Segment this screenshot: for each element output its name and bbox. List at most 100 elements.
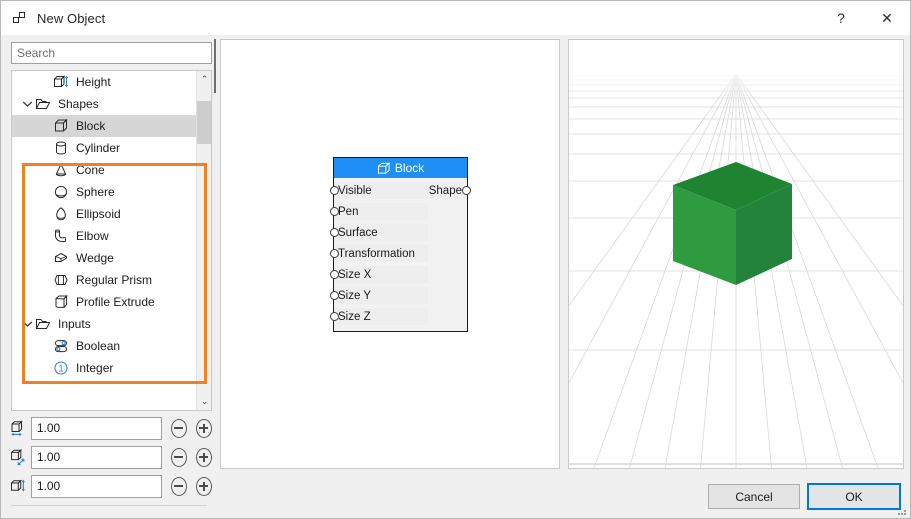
help-button[interactable]: ? bbox=[818, 1, 864, 35]
tree-item-label: Wedge bbox=[76, 251, 114, 265]
node-output-row[interactable]: Shape bbox=[407, 180, 471, 201]
search-box bbox=[11, 42, 212, 64]
input-port[interactable] bbox=[330, 249, 339, 258]
tree-item-label: Regular Prism bbox=[76, 273, 153, 287]
node-output-label: Shape bbox=[416, 182, 467, 199]
size-z-icon bbox=[9, 478, 29, 495]
3d-preview-viewport[interactable] bbox=[568, 39, 904, 469]
boolean-icon bbox=[52, 338, 70, 354]
elbow-icon bbox=[52, 228, 70, 244]
tree-item-block[interactable]: Block bbox=[12, 115, 197, 137]
node-input-label: Size Z bbox=[334, 308, 428, 325]
window-title: New Object bbox=[37, 10, 106, 26]
search-input[interactable] bbox=[11, 42, 212, 64]
node-graph-canvas[interactable]: Block Visible Pen Surface Transformation Siz… bbox=[220, 39, 560, 469]
ok-button[interactable]: OK bbox=[807, 483, 901, 510]
input-port[interactable] bbox=[330, 228, 339, 237]
tree-item-cone[interactable]: Cone bbox=[12, 159, 197, 181]
close-button[interactable]: ✕ bbox=[864, 1, 910, 35]
integer-icon: 1 bbox=[52, 360, 70, 376]
chevron-down-icon[interactable] bbox=[20, 100, 34, 108]
size-stepper-row bbox=[1, 474, 212, 498]
block-node-body: Visible Pen Surface Transformation Size X Siz… bbox=[330, 178, 471, 331]
tree-item-integer[interactable]: 1 Integer bbox=[12, 357, 197, 379]
node-input-row[interactable]: Size Z bbox=[330, 306, 467, 327]
new-object-icon bbox=[12, 10, 28, 26]
tree-item-label: Inputs bbox=[58, 317, 91, 331]
resize-grip[interactable] bbox=[897, 505, 907, 515]
right-splitter[interactable] bbox=[560, 39, 568, 469]
tree-item-boolean[interactable]: Boolean bbox=[12, 335, 197, 357]
output-port[interactable] bbox=[462, 186, 471, 195]
increase-button[interactable] bbox=[195, 476, 212, 496]
block-node-header[interactable]: Block bbox=[334, 158, 467, 178]
increase-button[interactable] bbox=[195, 418, 212, 438]
tree-item-label: Shapes bbox=[58, 97, 99, 111]
tree-item-ellipsoid[interactable]: Ellipsoid bbox=[12, 203, 197, 225]
tree-item-label: Elbow bbox=[76, 229, 109, 243]
tree-item-profile-extrude[interactable]: Profile Extrude bbox=[12, 291, 197, 313]
tree-item-label: Integer bbox=[76, 361, 114, 375]
size-value-input[interactable] bbox=[30, 474, 162, 498]
node-input-row[interactable]: Size Y bbox=[330, 285, 467, 306]
node-input-row[interactable]: Size X bbox=[330, 264, 467, 285]
decrease-button[interactable] bbox=[170, 476, 187, 496]
object-tree: Height Shapes Block Cylinder Cone Sphere Ellip… bbox=[11, 70, 212, 411]
tree-item-label: Cylinder bbox=[76, 141, 121, 155]
window-controls: ? ✕ bbox=[818, 1, 910, 35]
perspective-floor-grid bbox=[569, 40, 903, 468]
node-input-row[interactable]: Pen bbox=[330, 201, 467, 222]
tree-scrollbar[interactable]: ⌃ ⌄ bbox=[196, 71, 211, 410]
size-stepper-row bbox=[1, 445, 212, 469]
node-input-label: Size X bbox=[334, 266, 428, 283]
scroll-down-arrow[interactable]: ⌄ bbox=[197, 393, 211, 410]
input-port[interactable] bbox=[330, 312, 339, 321]
new-object-dialog: New Object ? ✕ Height Shapes Block Cylinder… bbox=[0, 0, 911, 519]
ellipsoid-icon bbox=[52, 206, 70, 222]
tree-item-label: Height bbox=[76, 75, 111, 89]
size-y-icon bbox=[9, 448, 29, 466]
tree-item-shapes[interactable]: Shapes bbox=[12, 93, 197, 115]
left-splitter[interactable] bbox=[212, 39, 220, 469]
input-port[interactable] bbox=[330, 270, 339, 279]
size-stepper-row bbox=[1, 416, 212, 440]
node-input-row[interactable]: Surface bbox=[330, 222, 467, 243]
tree-item-sphere[interactable]: Sphere bbox=[12, 181, 197, 203]
tree-list: Height Shapes Block Cylinder Cone Sphere Ellip… bbox=[12, 71, 197, 410]
chevron-down-icon[interactable] bbox=[20, 320, 34, 328]
scroll-up-arrow[interactable]: ⌃ bbox=[197, 71, 211, 88]
cancel-button[interactable]: Cancel bbox=[708, 484, 800, 509]
tree-item-label: Boolean bbox=[76, 339, 121, 353]
tree-item-wedge[interactable]: Wedge bbox=[12, 247, 197, 269]
input-port[interactable] bbox=[330, 186, 339, 195]
decrease-button[interactable] bbox=[170, 418, 187, 438]
scrollbar-thumb[interactable] bbox=[197, 101, 211, 144]
green-cube bbox=[673, 162, 792, 285]
profile-extrude-icon bbox=[52, 294, 70, 310]
cube-height-icon bbox=[52, 74, 70, 90]
tree-item-cylinder[interactable]: Cylinder bbox=[12, 137, 197, 159]
tree-item-label: Cone bbox=[76, 163, 105, 177]
panel-divider bbox=[11, 505, 207, 506]
tree-item-height[interactable]: Height bbox=[12, 71, 197, 93]
tree-item-label: Block bbox=[76, 119, 106, 133]
node-input-row[interactable]: Transformation bbox=[330, 243, 467, 264]
tree-item-elbow[interactable]: Elbow bbox=[12, 225, 197, 247]
node-input-label: Pen bbox=[334, 203, 428, 220]
tree-item-regular-prism[interactable]: Regular Prism bbox=[12, 269, 197, 291]
input-port[interactable] bbox=[330, 207, 339, 216]
tree-item-inputs[interactable]: Inputs bbox=[12, 313, 197, 335]
cylinder-icon bbox=[52, 140, 70, 156]
block-node[interactable]: Block Visible Pen Surface Transformation Siz… bbox=[330, 157, 471, 332]
input-port[interactable] bbox=[330, 291, 339, 300]
size-x-icon bbox=[9, 420, 29, 437]
increase-button[interactable] bbox=[195, 447, 212, 467]
wedge-icon bbox=[52, 250, 70, 266]
size-value-input[interactable] bbox=[30, 416, 162, 440]
decrease-button[interactable] bbox=[170, 447, 187, 467]
node-input-label: Surface bbox=[334, 224, 428, 241]
regular-prism-icon bbox=[52, 272, 70, 288]
block-icon bbox=[377, 161, 390, 175]
size-value-input[interactable] bbox=[30, 445, 162, 469]
tree-item-label: Sphere bbox=[76, 185, 115, 199]
